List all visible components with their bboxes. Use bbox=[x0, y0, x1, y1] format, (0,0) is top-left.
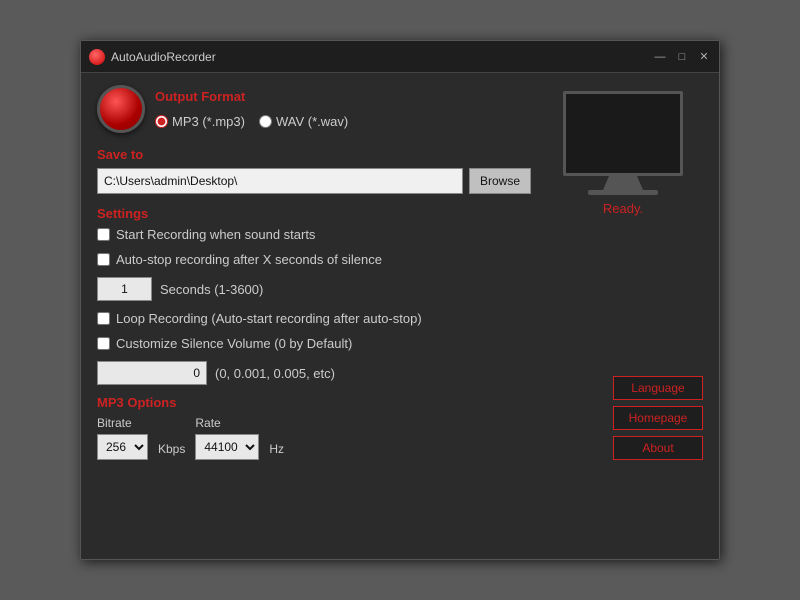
path-input[interactable] bbox=[97, 168, 463, 194]
loop-label: Loop Recording (Auto-start recording aft… bbox=[116, 311, 422, 326]
auto-stop-checkbox[interactable] bbox=[97, 253, 110, 266]
monitor-base bbox=[588, 190, 658, 195]
kbps-label: Kbps bbox=[158, 442, 185, 456]
silence-input[interactable] bbox=[97, 361, 207, 385]
wav-radio[interactable] bbox=[259, 115, 272, 128]
silence-vol-checkbox[interactable] bbox=[97, 337, 110, 350]
start-recording-label: Start Recording when sound starts bbox=[116, 227, 315, 242]
wav-option[interactable]: WAV (*.wav) bbox=[259, 114, 348, 129]
monitor-screen bbox=[563, 91, 683, 176]
radio-row: MP3 (*.mp3) WAV (*.wav) bbox=[155, 114, 348, 129]
silence-vol-row: Customize Silence Volume (0 by Default) bbox=[97, 336, 531, 351]
mp3-options-label: MP3 Options bbox=[97, 395, 531, 410]
right-buttons: Language Homepage About bbox=[543, 376, 703, 460]
titlebar: AutoAudioRecorder — □ ✕ bbox=[81, 41, 719, 73]
ready-label: Ready. bbox=[603, 201, 643, 216]
language-button[interactable]: Language bbox=[613, 376, 703, 400]
about-button[interactable]: About bbox=[613, 436, 703, 460]
settings-label: Settings bbox=[97, 206, 531, 221]
save-to-label: Save to bbox=[97, 147, 531, 162]
mp3-option[interactable]: MP3 (*.mp3) bbox=[155, 114, 245, 129]
start-recording-checkbox[interactable] bbox=[97, 228, 110, 241]
settings-section: Settings Start Recording when sound star… bbox=[97, 206, 531, 385]
seconds-input[interactable] bbox=[97, 277, 152, 301]
save-to-section: Save to Browse bbox=[97, 147, 531, 194]
hz-label: Hz bbox=[269, 442, 284, 456]
rate-col: Rate 22050 44100 48000 bbox=[195, 416, 259, 460]
format-options: Output Format MP3 (*.mp3) WAV (*.wav) bbox=[155, 89, 348, 129]
start-recording-row: Start Recording when sound starts bbox=[97, 227, 531, 242]
mp3-row: Bitrate 128 192 256 320 Kbps Rate 22050 bbox=[97, 416, 531, 460]
right-panel: Ready. Language Homepage About bbox=[543, 85, 703, 460]
mp3-label: MP3 (*.mp3) bbox=[172, 114, 245, 129]
browse-button[interactable]: Browse bbox=[469, 168, 531, 194]
bitrate-col: Bitrate 128 192 256 320 bbox=[97, 416, 148, 460]
monitor bbox=[558, 91, 688, 191]
window-title: AutoAudioRecorder bbox=[111, 50, 653, 64]
rate-select[interactable]: 22050 44100 48000 bbox=[195, 434, 259, 460]
bitrate-select[interactable]: 128 192 256 320 bbox=[97, 434, 148, 460]
seconds-row: Seconds (1-3600) bbox=[97, 277, 531, 301]
record-button[interactable] bbox=[97, 85, 145, 133]
main-content: Output Format MP3 (*.mp3) WAV (*.wav) bbox=[81, 73, 719, 472]
rate-label: Rate bbox=[195, 416, 259, 430]
seconds-hint: Seconds (1-3600) bbox=[160, 282, 263, 297]
bitrate-label: Bitrate bbox=[97, 416, 148, 430]
mp3-section: MP3 Options Bitrate 128 192 256 320 Kbps… bbox=[97, 395, 531, 460]
monitor-stand bbox=[603, 176, 643, 190]
output-format-label: Output Format bbox=[155, 89, 348, 104]
window-controls: — □ ✕ bbox=[653, 50, 711, 64]
loop-checkbox[interactable] bbox=[97, 312, 110, 325]
auto-stop-label: Auto-stop recording after X seconds of s… bbox=[116, 252, 382, 267]
loop-row: Loop Recording (Auto-start recording aft… bbox=[97, 311, 531, 326]
silence-vol-label: Customize Silence Volume (0 by Default) bbox=[116, 336, 352, 351]
path-row: Browse bbox=[97, 168, 531, 194]
silence-hint: (0, 0.001, 0.005, etc) bbox=[215, 366, 335, 381]
homepage-button[interactable]: Homepage bbox=[613, 406, 703, 430]
wav-label: WAV (*.wav) bbox=[276, 114, 348, 129]
silence-input-row: (0, 0.001, 0.005, etc) bbox=[97, 361, 531, 385]
app-icon bbox=[89, 49, 105, 65]
close-button[interactable]: ✕ bbox=[697, 50, 711, 64]
auto-stop-row: Auto-stop recording after X seconds of s… bbox=[97, 252, 531, 267]
left-panel: Output Format MP3 (*.mp3) WAV (*.wav) bbox=[97, 85, 531, 460]
output-format-section: Output Format MP3 (*.mp3) WAV (*.wav) bbox=[97, 85, 531, 133]
maximize-button[interactable]: □ bbox=[675, 50, 689, 64]
mp3-radio[interactable] bbox=[155, 115, 168, 128]
minimize-button[interactable]: — bbox=[653, 50, 667, 64]
main-window: AutoAudioRecorder — □ ✕ Output Format MP… bbox=[80, 40, 720, 560]
